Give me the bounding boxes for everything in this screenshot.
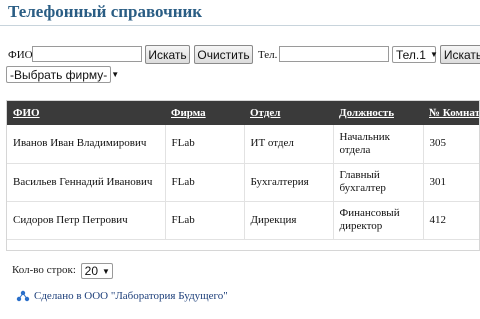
cell-department: ИТ отдел — [244, 125, 334, 164]
column-header-company[interactable]: Фирма — [165, 101, 244, 125]
company-select[interactable]: -Выбрать фирму- ▼ — [6, 66, 119, 83]
chevron-down-icon: ▼ — [111, 70, 120, 79]
table-row[interactable]: Васильев Геннадий Иванович FLab Бухгалте… — [7, 163, 479, 202]
chevron-down-icon: ▼ — [102, 266, 110, 276]
footer-text: Сделано в ООО "Лаборатория Будущего" — [34, 290, 228, 302]
cell-room: 301 — [423, 163, 479, 202]
cell-company: FLab — [165, 163, 245, 202]
cell-position: Финансовый директор — [333, 201, 424, 240]
cell-position: Начальник отдела — [333, 125, 424, 164]
footer-credit[interactable]: Сделано в ООО "Лаборатория Будущего" — [16, 290, 228, 302]
search-button-tel[interactable]: Искать — [440, 45, 480, 64]
rows-per-page-select[interactable]: 20 ▼ — [80, 263, 113, 279]
company-select-value: -Выбрать фирму- — [10, 67, 108, 82]
chevron-down-icon: ▼ — [429, 50, 438, 59]
fio-input[interactable] — [32, 46, 142, 62]
cell-position: Главный бухгалтер — [333, 163, 424, 202]
table-row[interactable]: Иванов Иван Владимирович FLab ИТ отдел Н… — [7, 125, 479, 164]
rows-per-page: Кол-во строк: 20 ▼ — [12, 261, 113, 279]
tel-type-select[interactable]: Тел.1 ▼ — [392, 46, 438, 63]
cell-room: 412 — [423, 201, 479, 240]
search-bar: ФИО Искать Очистить Тел. Тел.1 ▼ Искать — [0, 45, 480, 65]
tel-label: Тел. — [258, 49, 278, 61]
cell-fio: Иванов Иван Владимирович — [7, 125, 166, 164]
tel-input[interactable] — [279, 46, 389, 62]
rows-per-page-label: Кол-во строк: — [12, 264, 76, 276]
cell-fio: Сидоров Петр Петрович — [7, 201, 166, 240]
fio-label: ФИО — [8, 49, 33, 61]
contacts-table: ФИО Фирма Отдел Должность № Комнаты Иван… — [6, 100, 480, 251]
cell-fio: Васильев Геннадий Иванович — [7, 163, 166, 202]
column-header-department[interactable]: Отдел — [244, 101, 333, 125]
rows-per-page-value: 20 — [84, 264, 98, 278]
cell-department: Бухгалтерия — [244, 163, 334, 202]
molecule-icon — [16, 290, 30, 302]
cell-company: FLab — [165, 125, 245, 164]
clear-button[interactable]: Очистить — [194, 45, 253, 64]
cell-department: Дирекция — [244, 201, 334, 240]
column-header-room[interactable]: № Комнаты — [423, 101, 479, 125]
table-row[interactable]: Сидоров Петр Петрович FLab Дирекция Фина… — [7, 201, 479, 240]
page-title: Телефонный справочник — [8, 2, 203, 21]
column-header-fio[interactable]: ФИО — [7, 101, 165, 125]
table-header-row: ФИО Фирма Отдел Должность № Комнаты — [7, 101, 479, 125]
column-header-position[interactable]: Должность — [333, 101, 423, 125]
cell-room: 305 — [423, 125, 479, 164]
tel-type-value: Тел.1 — [396, 47, 426, 62]
search-button[interactable]: Искать — [145, 45, 190, 64]
cell-company: FLab — [165, 201, 245, 240]
title-divider — [0, 25, 480, 26]
